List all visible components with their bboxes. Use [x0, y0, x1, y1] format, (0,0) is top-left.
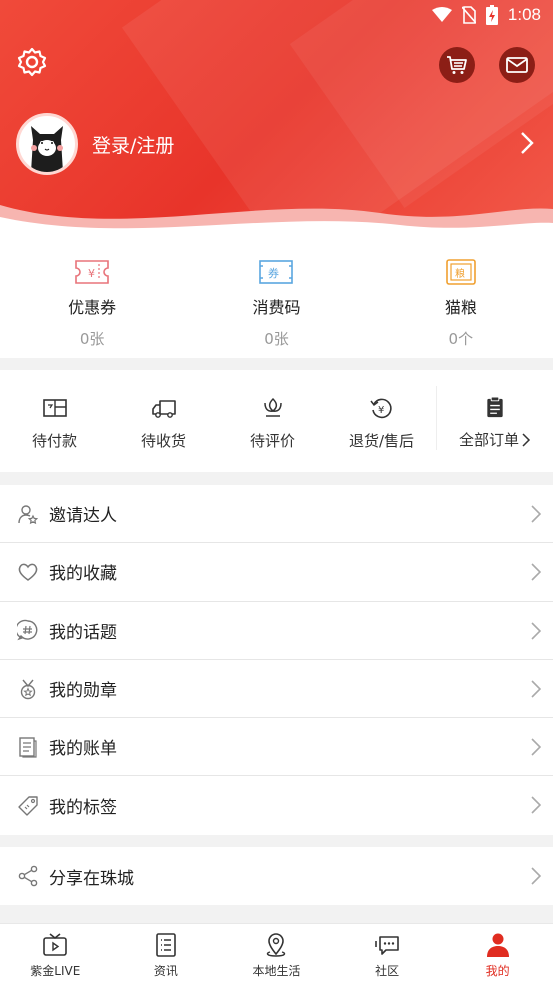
nav-local-life[interactable]: 本地生活: [221, 924, 332, 983]
location-icon: [267, 933, 286, 957]
chevron-right-icon: [531, 796, 541, 815]
refund-icon: ¥: [369, 398, 392, 419]
chevron-right-icon: [521, 132, 534, 154]
messages-button[interactable]: [499, 47, 535, 83]
nav-label: 紫金LIVE: [30, 964, 81, 978]
cat-food-icon: 粮: [446, 259, 476, 285]
nav-label: 资讯: [153, 964, 178, 978]
chevron-right-icon: [531, 680, 541, 698]
order-pending-receipt[interactable]: 待收货: [109, 370, 218, 472]
menu-list: 邀请达人 我的收藏 我的话题 我的勋章 我的账单 我的标签: [0, 485, 553, 835]
svg-text:粮: 粮: [455, 267, 465, 280]
heart-icon: [18, 563, 38, 581]
gear-icon: [17, 47, 47, 77]
menu-label: 我的收藏: [49, 564, 117, 585]
nav-live[interactable]: 紫金LIVE: [0, 924, 111, 983]
person-icon: [486, 933, 509, 957]
cat-avatar-icon: [31, 126, 63, 172]
nav-label: 本地生活: [252, 964, 301, 978]
no-sim-icon: [461, 6, 476, 24]
chevron-right-icon: [531, 867, 541, 885]
status-bar: 1:08: [0, 0, 553, 32]
wallet-row: ¥ 优惠券 0张 券 消费码 0张 粮 猫粮 0个: [0, 240, 553, 358]
status-time: 1:08: [507, 5, 541, 24]
svg-text:¥: ¥: [378, 405, 384, 416]
wallet-item-voucher[interactable]: 券 消费码 0张: [184, 240, 368, 358]
menu-item-tags[interactable]: 我的标签: [0, 776, 553, 834]
order-label: 待付款: [31, 432, 77, 450]
svg-text:¥: ¥: [88, 267, 95, 280]
avatar[interactable]: [16, 113, 78, 175]
chat-icon: [375, 936, 399, 955]
menu-label: 我的话题: [49, 622, 117, 643]
menu-item-invite[interactable]: 邀请达人: [0, 485, 553, 544]
coupon-icon: ¥: [75, 260, 109, 284]
menu-item-medals[interactable]: 我的勋章: [0, 660, 553, 719]
wallet-count: 0个: [448, 330, 474, 348]
chevron-right-icon: [531, 622, 541, 640]
menu-label: 我的标签: [49, 798, 117, 819]
medal-icon: [20, 679, 36, 699]
order-label: 待收货: [140, 432, 186, 450]
menu-item-share[interactable]: 分享在珠城: [0, 847, 553, 905]
wallet-label: 猫粮: [444, 298, 477, 317]
menu-item-bills[interactable]: 我的账单: [0, 718, 553, 777]
chevron-right-icon: [522, 432, 531, 447]
menu-label: 我的账单: [49, 739, 117, 760]
share-list: 分享在珠城: [0, 847, 553, 906]
menu-item-favorites[interactable]: 我的收藏: [0, 543, 553, 602]
wallet-label: 消费码: [252, 298, 301, 317]
news-icon: [156, 933, 176, 957]
mail-icon: [506, 57, 528, 73]
profile-header: 1:08 登录/注册: [0, 0, 553, 240]
bottom-nav: 紫金LIVE 资讯 本地生活 社区 我的: [0, 923, 553, 983]
order-refund[interactable]: ¥ 退货/售后: [327, 370, 436, 472]
order-all[interactable]: 全部订单: [436, 386, 553, 450]
wifi-icon: [431, 7, 452, 22]
battery-icon: [485, 5, 498, 25]
chevron-right-icon: [531, 738, 541, 756]
order-pending-payment[interactable]: 待付款: [0, 370, 109, 472]
header-wave: [0, 205, 553, 240]
wallet-label: 优惠券: [68, 298, 117, 317]
wallet-item-cat-food[interactable]: 粮 猫粮 0个: [369, 240, 553, 358]
order-label: 待评价: [249, 432, 295, 450]
wallet-icon: [42, 399, 67, 417]
menu-item-topics[interactable]: 我的话题: [0, 602, 553, 660]
hashtag-icon: [17, 620, 38, 641]
tag-icon: [18, 795, 38, 816]
wallet-count: 0张: [264, 330, 289, 348]
order-pending-review[interactable]: 待评价: [218, 370, 327, 472]
svg-text:券: 券: [268, 266, 279, 280]
settings-button[interactable]: [16, 46, 48, 78]
nav-community[interactable]: 社区: [332, 924, 443, 983]
wallet-count: 0张: [79, 330, 105, 348]
order-label: 全部订单: [458, 431, 519, 449]
nav-mine[interactable]: 我的: [442, 924, 553, 983]
nav-news[interactable]: 资讯: [111, 924, 222, 983]
nav-label: 我的: [485, 964, 510, 978]
share-icon: [18, 865, 38, 887]
nav-label: 社区: [375, 964, 400, 978]
menu-label: 分享在珠城: [49, 868, 134, 889]
tv-icon: [43, 933, 68, 956]
chevron-right-icon: [531, 563, 541, 581]
cart-icon: [447, 56, 467, 74]
voucher-icon: 券: [259, 260, 294, 284]
flower-icon: [263, 397, 282, 417]
cart-button[interactable]: [439, 47, 475, 83]
menu-label: 我的勋章: [49, 681, 117, 702]
login-row[interactable]: 登录/注册: [16, 113, 546, 175]
orders-row: 待付款 待收货 待评价 ¥ 退货/售后 全部订单: [0, 370, 553, 472]
wallet-item-coupon[interactable]: ¥ 优惠券 0张: [0, 240, 184, 358]
invite-user-icon: [18, 504, 39, 524]
login-register-link[interactable]: 登录/注册: [92, 131, 174, 158]
chevron-right-icon: [531, 505, 541, 523]
clipboard-icon: [487, 396, 503, 418]
menu-label: 邀请达人: [49, 506, 117, 527]
order-label: 退货/售后: [348, 432, 415, 450]
truck-icon: [151, 400, 176, 418]
bill-icon: [19, 737, 37, 758]
